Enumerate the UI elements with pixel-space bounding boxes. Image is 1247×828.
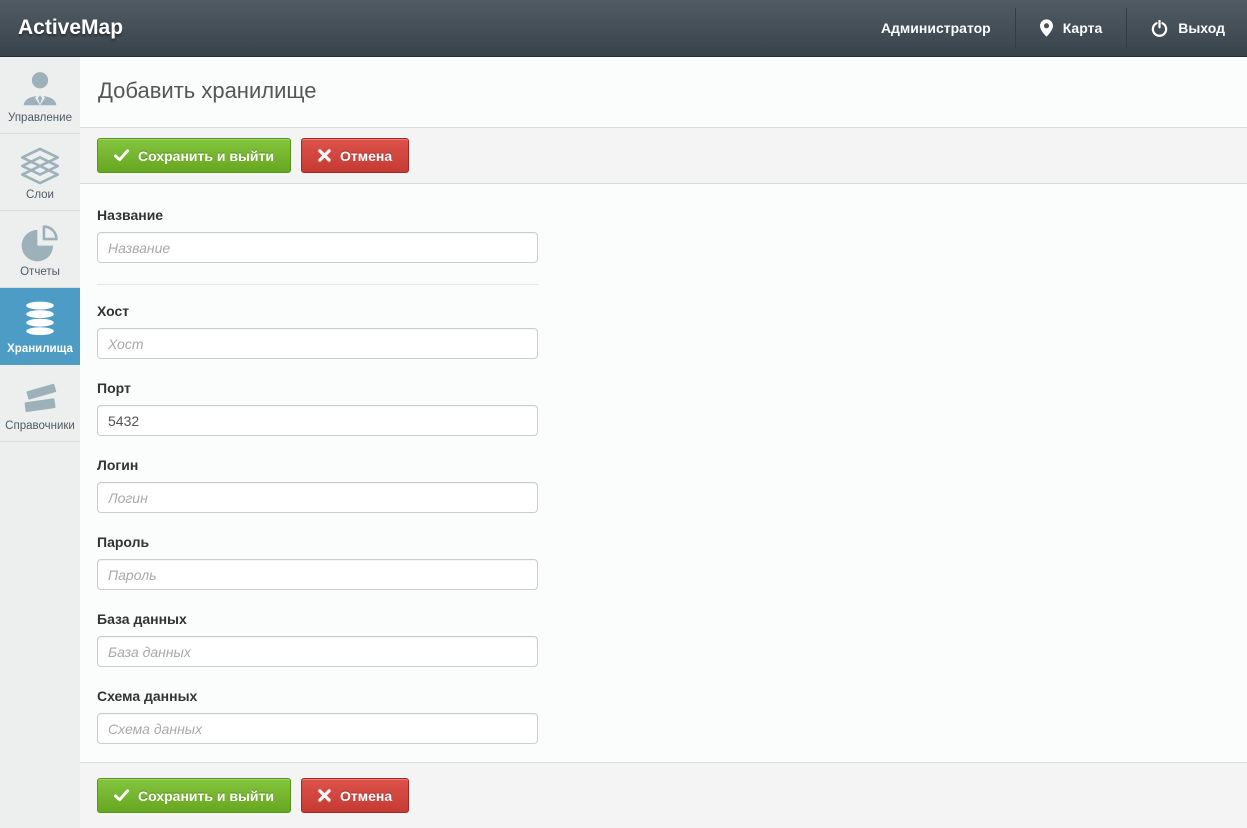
topbar-logout-link[interactable]: Выход (1127, 0, 1237, 56)
field-login: Логин (97, 457, 538, 513)
top-action-toolbar: Сохранить и выйти Отмена (80, 127, 1247, 184)
books-icon (19, 377, 61, 417)
cancel-button-label: Отмена (340, 788, 392, 804)
field-host: Хост (97, 303, 538, 359)
check-icon (114, 149, 129, 162)
content-area: Добавить хранилище Сохранить и выйти Отм… (80, 57, 1247, 828)
save-and-exit-button[interactable]: Сохранить и выйти (97, 138, 291, 173)
topbar-map-label: Карта (1063, 20, 1103, 36)
map-pin-icon (1040, 19, 1053, 37)
power-icon (1151, 20, 1168, 37)
main-layout: Управление Слои Отчеты (0, 57, 1247, 828)
topbar-right: Администратор Карта Выход (857, 0, 1237, 56)
database-input[interactable] (97, 636, 538, 667)
field-name: Название (97, 207, 538, 263)
page-title: Добавить хранилище (98, 78, 1247, 104)
port-input[interactable] (97, 405, 538, 436)
sidebar-item-management[interactable]: Управление (0, 57, 80, 134)
layers-icon (19, 146, 61, 186)
login-input[interactable] (97, 482, 538, 513)
host-input[interactable] (97, 328, 538, 359)
sidebar-item-label: Хранилища (7, 343, 73, 355)
page-header: Добавить хранилище (80, 57, 1247, 127)
schema-input[interactable] (97, 713, 538, 744)
save-and-exit-button[interactable]: Сохранить и выйти (97, 778, 291, 813)
sidebar-item-label: Справочники (5, 420, 75, 432)
x-icon (318, 149, 331, 162)
topbar-logout-label: Выход (1178, 20, 1225, 36)
field-divider (97, 284, 538, 285)
x-icon (318, 789, 331, 802)
check-icon (114, 789, 129, 802)
field-label: База данных (97, 611, 538, 627)
save-button-label: Сохранить и выйти (138, 148, 274, 164)
cancel-button-label: Отмена (340, 148, 392, 164)
sidebar-item-label: Отчеты (20, 266, 60, 278)
topbar-user[interactable]: Администратор (857, 0, 1015, 56)
cancel-button[interactable]: Отмена (301, 138, 409, 173)
name-input[interactable] (97, 232, 538, 263)
field-password: Пароль (97, 534, 538, 590)
database-icon (19, 300, 61, 340)
field-label: Логин (97, 457, 538, 473)
field-label: Схема данных (97, 688, 538, 704)
field-database: База данных (97, 611, 538, 667)
topbar: ActiveMap Администратор Карта Выход (0, 0, 1247, 57)
bottom-action-toolbar: Сохранить и выйти Отмена (80, 762, 1247, 828)
sidebar: Управление Слои Отчеты (0, 57, 80, 828)
topbar-map-link[interactable]: Карта (1016, 0, 1127, 56)
field-label: Название (97, 207, 538, 223)
password-input[interactable] (97, 559, 538, 590)
sidebar-item-layers[interactable]: Слои (0, 134, 80, 211)
sidebar-item-label: Управление (8, 112, 72, 124)
pie-chart-icon (19, 223, 61, 263)
cancel-button[interactable]: Отмена (301, 778, 409, 813)
field-label: Хост (97, 303, 538, 319)
field-label: Пароль (97, 534, 538, 550)
field-label: Порт (97, 380, 538, 396)
field-schema: Схема данных (97, 688, 538, 744)
sidebar-item-storages[interactable]: Хранилища (0, 288, 80, 365)
topbar-user-label: Администратор (881, 20, 991, 36)
sidebar-item-directories[interactable]: Справочники (0, 365, 80, 442)
sidebar-item-label: Слои (26, 189, 54, 201)
save-button-label: Сохранить и выйти (138, 788, 274, 804)
sidebar-item-reports[interactable]: Отчеты (0, 211, 80, 288)
user-icon (20, 69, 60, 109)
app-logo[interactable]: ActiveMap (18, 16, 123, 40)
storage-form: Название Хост Порт Логин Пароль (80, 184, 1247, 762)
field-port: Порт (97, 380, 538, 436)
